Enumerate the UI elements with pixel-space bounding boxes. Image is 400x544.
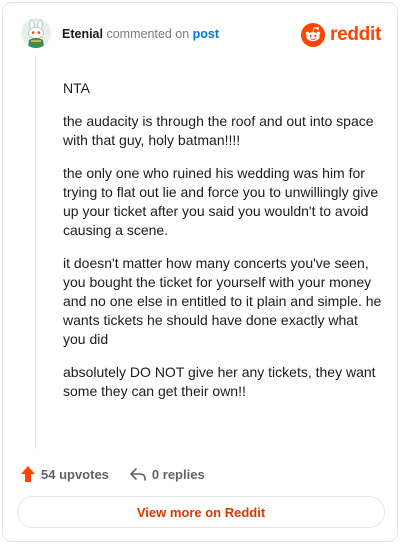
view-more-button[interactable]: View more on Reddit <box>17 496 385 528</box>
comment-paragraph: the audacity is through the roof and out… <box>63 113 374 148</box>
comment-paragraph: it doesn't matter how many concerts you'… <box>63 255 382 347</box>
comment-paragraph: the only one who ruined his wedding was … <box>63 165 379 238</box>
upvote-button[interactable]: 54 upvotes <box>20 465 109 483</box>
comment-actions: 54 upvotes 0 replies <box>20 463 225 485</box>
post-link[interactable]: post <box>193 27 219 41</box>
replies-button[interactable]: 0 replies <box>129 466 205 482</box>
comment-paragraph: absolutely DO NOT give her any tickets, … <box>63 364 376 399</box>
snoo-avatar-icon[interactable] <box>21 18 51 48</box>
author-name[interactable]: Etenial <box>62 27 103 41</box>
comment-byline: Etenial commented on post <box>62 27 219 41</box>
upvote-arrow-icon <box>21 466 35 482</box>
upvote-count: 54 upvotes <box>41 466 109 482</box>
comment-body: NTA the audacity is through the roof and… <box>63 79 383 415</box>
reddit-comment-embed: Etenial commented on post reddit NTA the… <box>2 2 398 542</box>
thread-line <box>35 55 36 449</box>
reply-count: 0 replies <box>151 466 205 482</box>
comment-paragraph: NTA <box>63 80 90 96</box>
commented-on-text: commented on <box>106 27 190 41</box>
reply-arrow-icon <box>130 468 146 481</box>
reddit-logo-icon <box>301 23 326 47</box>
comment-header: Etenial commented on post reddit <box>3 3 397 67</box>
reddit-logo[interactable]: reddit <box>301 23 381 47</box>
reddit-wordmark: reddit <box>330 24 381 45</box>
